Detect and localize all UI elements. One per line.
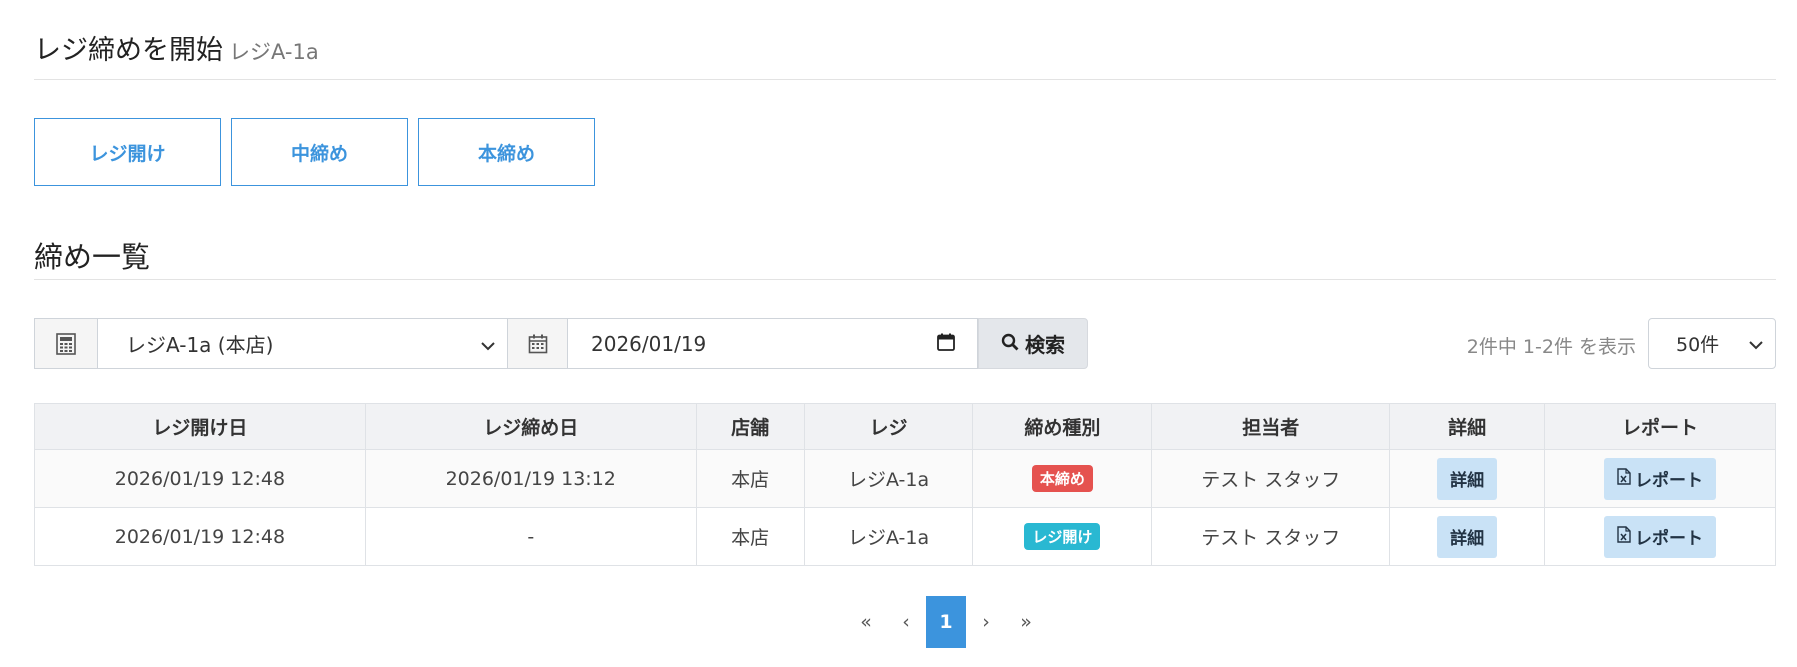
chevron-down-icon — [1749, 333, 1763, 355]
first-page-link[interactable]: « — [846, 596, 886, 648]
next-page-link[interactable]: › — [966, 596, 1006, 648]
col-header-staff: 担当者 — [1151, 403, 1391, 450]
table-row: 2026/01/19 12:48 2026/01/19 13:12 本店 レジA… — [34, 449, 1776, 508]
staff-cell: テスト スタッフ — [1151, 507, 1391, 566]
filter-bar: レジA-1a (本店) 2026/01/19 検索 2件中 1-2件 を表示 5… — [34, 318, 1776, 369]
page-title: レジ締めを開始 レジA-1a — [34, 0, 1776, 80]
store-cell: 本店 — [695, 507, 805, 566]
final-close-button[interactable]: 本締め — [418, 118, 595, 186]
detail-cell: 詳細 — [1389, 507, 1546, 566]
col-header-register: レジ — [803, 403, 974, 450]
page: レジ締めを開始 レジA-1a レジ開け 中締め 本締め 締め一覧 レジA-1a … — [34, 0, 1776, 648]
list-section-title: 締め一覧 — [34, 216, 1776, 280]
close-date-cell: - — [364, 507, 697, 566]
date-picker-icon[interactable] — [937, 332, 955, 356]
col-header-close-date: レジ締め日 — [364, 403, 697, 450]
date-input[interactable]: 2026/01/19 — [568, 318, 978, 369]
current-page-link[interactable]: 1 — [926, 596, 966, 648]
detail-button[interactable]: 詳細 — [1437, 457, 1498, 500]
table-header-row: レジ開け日 レジ締め日 店舗 レジ 締め種別 担当者 詳細 レポート — [34, 403, 1776, 450]
open-date-cell: 2026/01/19 12:48 — [34, 507, 366, 566]
middle-close-button[interactable]: 中締め — [231, 118, 408, 186]
date-input-value: 2026/01/19 — [591, 331, 707, 356]
result-count: 2件中 1-2件 を表示 — [1466, 336, 1636, 358]
staff-cell: テスト スタッフ — [1151, 449, 1391, 508]
register-subtitle: レジA-1a — [229, 40, 319, 64]
report-button-label: レポート — [1635, 529, 1704, 549]
per-page-select[interactable]: 50件 — [1648, 318, 1776, 369]
register-open-button[interactable]: レジ開け — [34, 118, 221, 186]
close-date-cell: 2026/01/19 13:12 — [364, 449, 697, 508]
page-title-text: レジ締めを開始 — [34, 35, 223, 66]
register-cell: レジA-1a — [803, 507, 974, 566]
report-button[interactable]: レポート — [1604, 515, 1717, 558]
per-page-value: 50件 — [1676, 334, 1720, 356]
open-date-cell: 2026/01/19 12:48 — [34, 449, 366, 508]
register-select-value: レジA-1a (本店) — [126, 333, 274, 357]
chevron-down-icon — [481, 332, 495, 356]
prev-page-link[interactable]: ‹ — [886, 596, 926, 648]
search-input-group: レジA-1a (本店) 2026/01/19 検索 — [34, 318, 1088, 369]
closing-action-buttons: レジ開け 中締め 本締め — [34, 118, 1776, 186]
col-header-report: レポート — [1544, 403, 1776, 450]
calendar-icon — [508, 318, 568, 369]
report-cell: レポート — [1544, 449, 1776, 508]
register-cell: レジA-1a — [803, 449, 974, 508]
detail-button[interactable]: 詳細 — [1437, 515, 1498, 558]
file-excel-icon — [1617, 467, 1631, 490]
search-button-label: 検索 — [1025, 333, 1065, 357]
type-cell: 本締め — [972, 449, 1153, 508]
type-cell: レジ開け — [972, 507, 1153, 566]
col-header-store: 店舗 — [695, 403, 805, 450]
report-button[interactable]: レポート — [1604, 457, 1717, 500]
pagination: « ‹ 1 › » — [846, 596, 1046, 648]
closing-type-badge: 本締め — [1031, 465, 1093, 492]
report-button-label: レポート — [1635, 471, 1704, 491]
register-select[interactable]: レジA-1a (本店) — [98, 318, 508, 369]
col-header-detail: 詳細 — [1389, 403, 1546, 450]
store-cell: 本店 — [695, 449, 805, 508]
detail-cell: 詳細 — [1389, 449, 1546, 508]
col-header-type: 締め種別 — [972, 403, 1153, 450]
report-cell: レポート — [1544, 507, 1776, 566]
last-page-link[interactable]: » — [1006, 596, 1046, 648]
file-excel-icon — [1617, 525, 1631, 548]
table-row: 2026/01/19 12:48 - 本店 レジA-1a レジ開け テスト スタ… — [34, 507, 1776, 566]
search-icon — [1001, 332, 1019, 356]
search-button[interactable]: 検索 — [978, 318, 1088, 369]
col-header-open-date: レジ開け日 — [34, 403, 366, 450]
closing-type-badge: レジ開け — [1024, 523, 1101, 550]
calculator-icon — [34, 318, 98, 369]
closing-table: レジ開け日 レジ締め日 店舗 レジ 締め種別 担当者 詳細 レポート 2026/… — [34, 403, 1776, 566]
